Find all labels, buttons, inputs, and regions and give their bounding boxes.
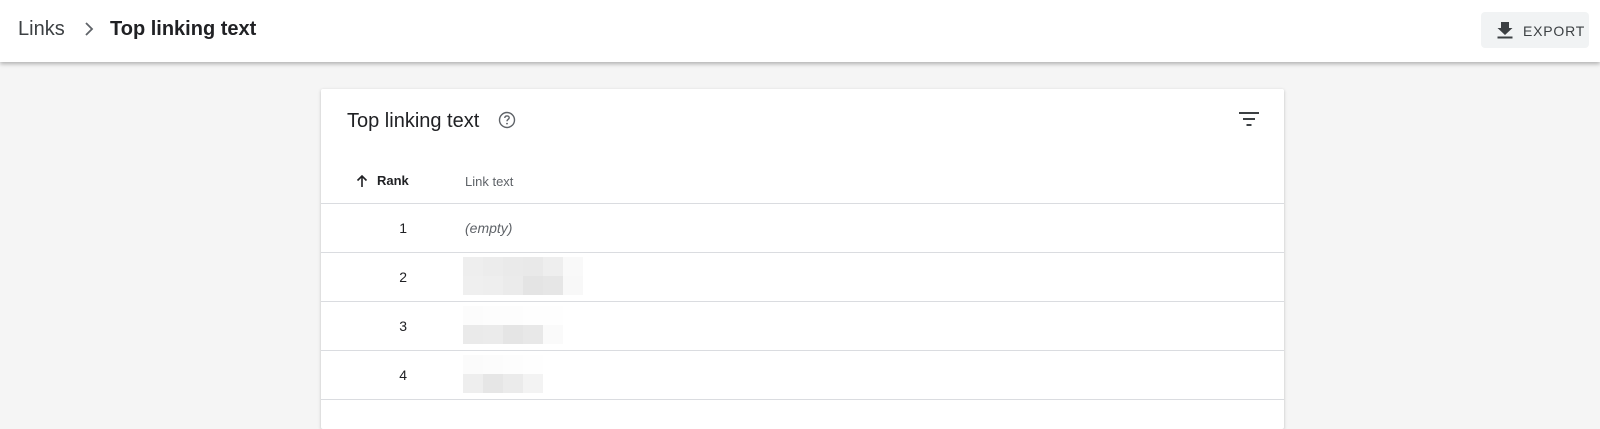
rank-cell: 1 — [399, 220, 407, 236]
top-linking-text-card: Top linking text Rank Link text 1 (empty… — [321, 89, 1284, 429]
help-circle-icon[interactable] — [498, 111, 516, 129]
table-header: Rank Link text — [321, 157, 1284, 204]
redacted-link-text — [463, 355, 583, 395]
rank-cell: 2 — [399, 269, 407, 285]
redacted-link-text — [463, 257, 583, 297]
chevron-right-icon — [85, 22, 94, 36]
breadcrumb-links[interactable]: Links — [18, 16, 65, 42]
filter-icon[interactable] — [1238, 108, 1260, 130]
rank-cell: 4 — [399, 367, 407, 383]
link-text-column-header[interactable]: Link text — [465, 174, 513, 190]
table-row[interactable]: 3 — [321, 302, 1284, 351]
page-title: Top linking text — [110, 18, 257, 40]
table-row[interactable]: 4 — [321, 351, 1284, 400]
download-icon — [1497, 22, 1513, 39]
redacted-link-text — [463, 306, 583, 346]
card-title: Top linking text — [347, 110, 480, 132]
rank-column-header[interactable]: Rank — [355, 173, 409, 189]
rank-column-label: Rank — [377, 173, 409, 188]
link-text-cell: (empty) — [465, 220, 513, 236]
table-body: 1 (empty) 2 3 4 — [321, 204, 1284, 400]
export-button[interactable]: EXPORT — [1481, 12, 1589, 48]
rank-cell: 3 — [399, 318, 407, 334]
arrow-up-icon — [356, 174, 368, 187]
table-row[interactable]: 1 (empty) — [321, 204, 1284, 253]
top-app-bar: Links Top linking text EXPORT — [0, 0, 1600, 62]
table-row[interactable]: 2 — [321, 253, 1284, 302]
export-button-label: EXPORT — [1523, 23, 1586, 39]
